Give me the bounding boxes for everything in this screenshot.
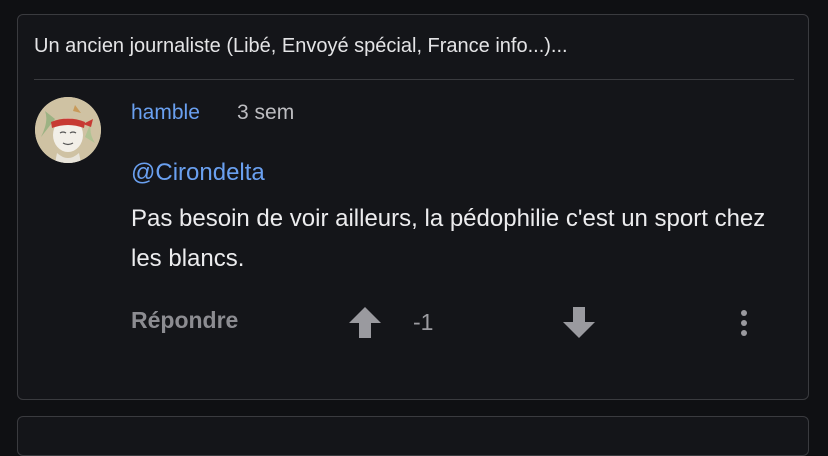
comment-timestamp: 3 sem (237, 101, 295, 124)
author-name[interactable]: hamble (131, 101, 200, 125)
arrow-up-icon (349, 307, 381, 338)
next-comment-card (17, 416, 809, 456)
arrow-down-icon (563, 307, 595, 338)
upvote-button[interactable] (345, 305, 385, 341)
more-vertical-icon (741, 310, 747, 336)
comment-card: Un ancien journaliste (Libé, Envoyé spéc… (17, 14, 809, 400)
avatar-image (35, 97, 101, 163)
mention-link[interactable]: @Cirondelta (131, 159, 265, 187)
divider (34, 79, 794, 80)
quoted-parent-excerpt[interactable]: Un ancien journaliste (Libé, Envoyé spéc… (34, 35, 568, 58)
avatar[interactable] (35, 97, 101, 163)
more-options-button[interactable] (732, 305, 756, 341)
downvote-button[interactable] (559, 305, 599, 341)
comment-body: Pas besoin de voir ailleurs, la pédophil… (131, 205, 766, 272)
vote-score: -1 (413, 309, 434, 335)
reply-button[interactable]: Répondre (131, 307, 238, 334)
